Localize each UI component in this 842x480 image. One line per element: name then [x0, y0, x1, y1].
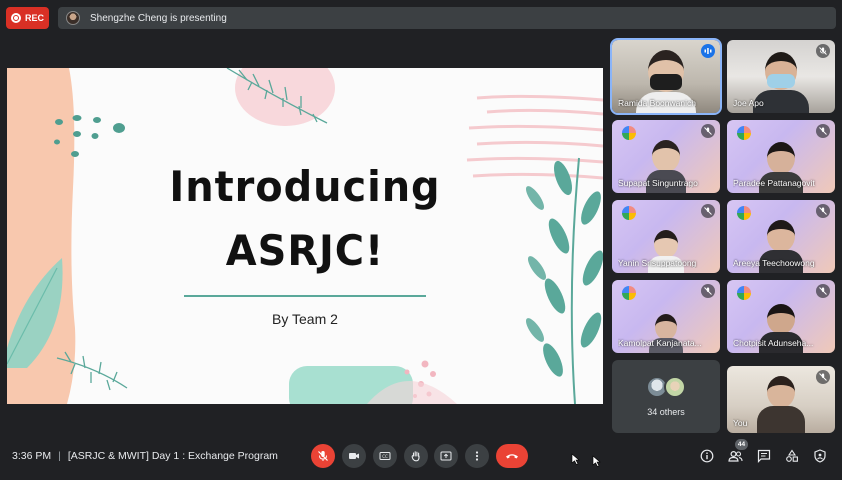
more-options-button[interactable]: [465, 444, 489, 468]
mic-off-icon: [816, 370, 830, 384]
mic-off-icon: [701, 204, 715, 218]
mic-toggle-button[interactable]: [311, 444, 335, 468]
svg-text:CC: CC: [382, 454, 388, 459]
slide-subtitle: By Team 2: [272, 311, 338, 327]
cursor-icon: [592, 455, 601, 467]
camera-icon: [349, 453, 359, 459]
self-tile[interactable]: You: [727, 366, 835, 433]
mic-off-icon: [816, 284, 830, 298]
meeting-details-button[interactable]: [699, 448, 715, 464]
mic-off-icon: [701, 284, 715, 298]
virtual-background-logo: [622, 126, 636, 140]
presenting-banner[interactable]: Shengzhe Cheng is presenting: [58, 7, 836, 29]
participant-tile[interactable]: Chotpisit Adunseha...: [727, 280, 835, 353]
presenting-text: Shengzhe Cheng is presenting: [90, 12, 227, 24]
mic-off-icon: [701, 124, 715, 138]
participant-name: Areeya Teechoowong: [733, 258, 815, 268]
camera-toggle-button[interactable]: [342, 444, 366, 468]
participant-tile[interactable]: Joe Apo: [727, 40, 835, 113]
clock-time: 3:36 PM: [12, 450, 52, 462]
slide-divider: [184, 295, 426, 297]
participant-tile[interactable]: Kamolpat Kanjanata...: [612, 280, 720, 353]
raise-hand-button[interactable]: [404, 444, 428, 468]
participant-tile[interactable]: Supapat Singuntrago: [612, 120, 720, 193]
virtual-background-logo: [737, 206, 751, 220]
virtual-background-logo: [737, 126, 751, 140]
recording-badge[interactable]: REC: [6, 7, 49, 29]
participant-name: Joe Apo: [733, 98, 764, 108]
meeting-details: 3:36 PM | [ASRJC & MWIT] Day 1 : Exchange …: [12, 450, 278, 462]
activities-icon: [786, 449, 798, 462]
meet-window: REC Shengzhe Cheng is presenting Introdu…: [0, 0, 842, 480]
activities-button[interactable]: [784, 448, 800, 464]
recording-label: REC: [24, 13, 44, 23]
participant-tile[interactable]: Yanin Srisuppatoong: [612, 200, 720, 273]
others-tile[interactable]: 34 others: [612, 360, 720, 433]
leave-call-button[interactable]: [496, 444, 528, 468]
mic-off-icon: [318, 451, 328, 461]
raise-hand-icon: [411, 451, 420, 462]
meeting-title: [ASRJC & MWIT] Day 1 : Exchange Program: [67, 450, 278, 462]
record-icon: [10, 13, 21, 23]
people-icon: [727, 450, 743, 462]
presenter-avatar: [66, 11, 80, 25]
audio-wave-icon: [701, 44, 715, 58]
mic-off-icon: [816, 204, 830, 218]
slide-title-line2: ASRJC!: [225, 226, 385, 275]
presentation-slide: Introducing ASRJC! By Team 2: [7, 68, 603, 404]
info-icon: [700, 449, 714, 463]
participant-tile[interactable]: Paradee Pattanagovit: [727, 120, 835, 193]
virtual-background-logo: [737, 286, 751, 300]
participant-count-badge: 44: [735, 439, 748, 450]
self-name: You: [733, 418, 748, 428]
chat-icon: [757, 449, 771, 463]
captions-icon: CC: [379, 452, 391, 460]
virtual-background-logo: [622, 286, 636, 300]
participant-tile[interactable]: Ramida Boonwanich: [610, 38, 722, 115]
participant-name: Chotpisit Adunseha...: [733, 338, 814, 348]
people-button[interactable]: [727, 448, 743, 464]
chat-button[interactable]: [756, 448, 772, 464]
mic-off-icon: [816, 44, 830, 58]
virtual-background-logo: [622, 206, 636, 220]
slide-title-line1: Introducing: [169, 162, 441, 211]
present-icon: [440, 451, 452, 461]
separator: |: [58, 450, 61, 462]
participant-name: Yanin Srisuppatoong: [618, 258, 697, 268]
host-controls-button[interactable]: [812, 448, 828, 464]
participant-name: Supapat Singuntrago: [618, 178, 698, 188]
captions-button[interactable]: CC: [373, 444, 397, 468]
more-vert-icon: [475, 451, 479, 461]
participant-tile[interactable]: Areeya Teechoowong: [727, 200, 835, 273]
present-now-button[interactable]: [434, 444, 458, 468]
host-controls-icon: [814, 449, 826, 463]
participant-name: Ramida Boonwanich: [618, 98, 696, 108]
participant-name: Kamolpat Kanjanata...: [618, 338, 702, 348]
participant-name: Paradee Pattanagovit: [733, 178, 815, 188]
end-call-icon: [506, 454, 518, 459]
avatar: [664, 376, 686, 398]
others-count-label: 34 others: [647, 407, 685, 417]
mic-off-icon: [816, 124, 830, 138]
cursor-icon: [571, 453, 580, 465]
